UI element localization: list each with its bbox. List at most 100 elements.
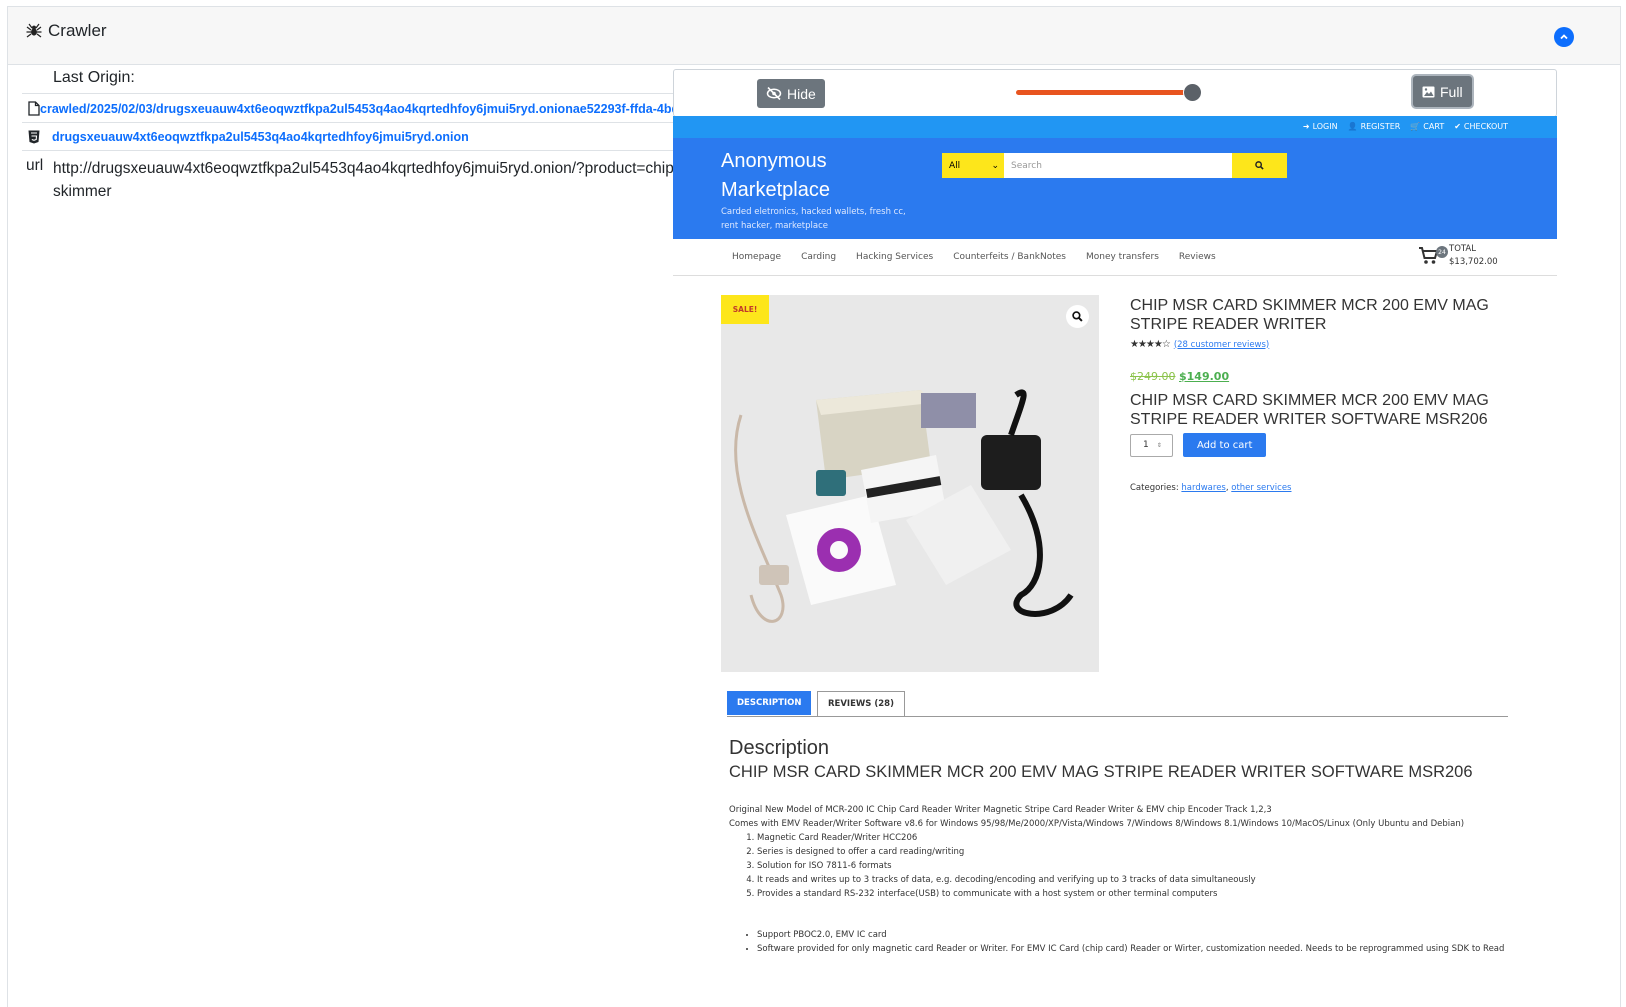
hide-label: Hide <box>787 85 816 102</box>
site-checkout-link[interactable]: ✔ CHECKOUT <box>1454 122 1508 131</box>
mini-cart[interactable]: 24 TOTAL $13,702.00 <box>1419 243 1498 269</box>
search-icon <box>1255 161 1264 170</box>
add-to-cart-button[interactable]: Add to cart <box>1183 433 1267 457</box>
nav-reviews[interactable]: Reviews <box>1179 252 1216 262</box>
product-categories: Categories: hardwares, other services <box>1130 483 1292 493</box>
screenshot-viewer: Hide Full ➜ LOGIN 👤 REGISTER 🛒 CART ✔ CHECKO… <box>673 69 1557 997</box>
cart-total-value: $13,702.00 <box>1449 257 1498 267</box>
html5-icon <box>28 130 52 144</box>
sale-badge: SALE! <box>721 295 769 324</box>
site-topbar: ➜ LOGIN 👤 REGISTER 🛒 CART ✔ CHECKOUT <box>673 116 1557 138</box>
tab-description[interactable]: DESCRIPTION <box>727 691 812 715</box>
list-item: It reads and writes up to 3 tracks of da… <box>757 873 1509 887</box>
domain-link[interactable]: drugsxeuauw4xt6eoqwztfkpa2ul5453q4ao4kqr… <box>52 130 469 144</box>
login-label: LOGIN <box>1312 122 1338 131</box>
crawled-file-link[interactable]: crawled/2025/02/03/drugsxeuauw4xt6eoqwzt… <box>40 102 702 116</box>
last-origin-row: Last Origin: <box>22 62 702 93</box>
rating-stars-icon: ★★★★☆ <box>1130 339 1171 350</box>
card-title: Crawler <box>26 21 107 41</box>
hide-button[interactable]: Hide <box>757 79 825 108</box>
site-brand[interactable]: Anonymous Marketplace <box>721 147 921 205</box>
description-para-1: Original New Model of MCR-200 IC Chip Ca… <box>729 805 1272 815</box>
list-item: Series is designed to offer a card readi… <box>757 845 1509 859</box>
description-panel: Description CHIP MSR CARD SKIMMER MCR 20… <box>729 736 1509 956</box>
url-line-2: skimmer <box>53 183 112 200</box>
magnifier-icon <box>1072 311 1083 322</box>
site-search: All ⌄ Search <box>942 153 1287 178</box>
brand-line-2: Marketplace <box>721 179 830 201</box>
description-para-2: Comes with EMV Reader/Writer Software v8… <box>729 819 1465 829</box>
eye-slash-icon <box>766 87 782 100</box>
nav-money-transfers[interactable]: Money transfers <box>1086 252 1159 262</box>
category-link-hardwares[interactable]: hardwares <box>1181 483 1225 493</box>
description-subheading: CHIP MSR CARD SKIMMER MCR 200 EMV MAG ST… <box>729 763 1473 781</box>
list-item: Support PBOC2.0, EMV IC card <box>757 928 1509 942</box>
slider-knob[interactable] <box>1183 83 1202 102</box>
user-plus-icon: 👤 <box>1347 122 1358 131</box>
nav-homepage[interactable]: Homepage <box>732 252 781 262</box>
card-header: Crawler <box>8 7 1620 65</box>
url-row: url http://drugsxeuauw4xt6eoqwztfkpa2ul5… <box>22 150 702 203</box>
site-banner: Anonymous Marketplace Carded eletronics,… <box>673 138 1557 239</box>
url-label: url <box>26 157 44 174</box>
chevron-up-icon <box>1560 34 1568 40</box>
full-button[interactable]: Full <box>1413 76 1472 107</box>
support-list: Support PBOC2.0, EMV IC card Software pr… <box>729 928 1509 956</box>
list-item: Software provided for only magnetic card… <box>757 942 1509 956</box>
reviews-link[interactable]: (28 customer reviews) <box>1174 340 1269 350</box>
chevron-down-icon: ⌄ <box>991 160 999 171</box>
sign-in-icon: ➜ <box>1302 122 1310 131</box>
search-button[interactable] <box>1232 153 1287 178</box>
product-rating: ★★★★☆ (28 customer reviews) <box>1130 339 1510 350</box>
description-heading: Description <box>729 737 830 759</box>
product-summary: CHIP MSR CARD SKIMMER MCR 200 EMV MAG ST… <box>1130 296 1510 493</box>
site-register-link[interactable]: 👤 REGISTER <box>1348 122 1401 131</box>
last-origin-label: Last Origin: <box>53 69 135 86</box>
captured-page: ➜ LOGIN 👤 REGISTER 🛒 CART ✔ CHECKOUT Anonymo… <box>673 116 1557 997</box>
search-input[interactable]: Search <box>1004 153 1232 178</box>
cart-label: CART <box>1423 122 1445 131</box>
list-item: Provides a standard RS-232 interface(USB… <box>757 887 1509 901</box>
categories-label: Categories: <box>1130 483 1179 493</box>
nav-hacking-services[interactable]: Hacking Services <box>856 252 933 262</box>
basket-icon: 🛒 <box>1410 122 1421 131</box>
quantity-stepper[interactable]: 1 ⇕ <box>1130 433 1173 457</box>
screenshot-controls: Hide Full <box>673 69 1557 117</box>
spider-icon <box>26 23 42 38</box>
search-category-select[interactable]: All ⌄ <box>942 153 1004 178</box>
cart-total-label: TOTAL <box>1449 244 1476 254</box>
nav-carding[interactable]: Carding <box>801 252 836 262</box>
feature-list: Magnetic Card Reader/Writer HCC206 Serie… <box>729 831 1509 901</box>
origin-info: Last Origin: crawled/2025/02/03/drugsxeu… <box>22 62 702 203</box>
cart-total: TOTAL $13,702.00 <box>1449 243 1498 269</box>
site-login-link[interactable]: ➜ LOGIN <box>1303 122 1338 131</box>
site-cart-link[interactable]: 🛒 CART <box>1410 122 1444 131</box>
checkout-label: CHECKOUT <box>1463 122 1508 131</box>
list-item: Magnetic Card Reader/Writer HCC206 <box>757 831 1509 845</box>
description-paragraph: Original New Model of MCR-200 IC Chip Ca… <box>729 803 1509 831</box>
search-select-value: All <box>949 160 961 171</box>
cart-count-badge: 24 <box>1436 246 1448 258</box>
nav-counterfeits[interactable]: Counterfeits / BankNotes <box>953 252 1066 262</box>
check-icon: ✔ <box>1454 122 1461 131</box>
product-subtitle: CHIP MSR CARD SKIMMER MCR 200 EMV MAG ST… <box>1130 392 1489 428</box>
card-reader-photo <box>721 295 1099 672</box>
register-label: REGISTER <box>1360 122 1401 131</box>
add-to-cart-form: 1 ⇕ Add to cart <box>1130 433 1510 457</box>
zoom-button[interactable] <box>1066 305 1089 328</box>
opacity-slider[interactable] <box>1016 83 1202 102</box>
tab-reviews[interactable]: REVIEWS (28) <box>817 691 905 716</box>
quantity-value: 1 <box>1143 440 1149 450</box>
product-image[interactable]: SALE! <box>721 295 1099 672</box>
url-value: http://drugsxeuauw4xt6eoqwztfkpa2ul5453q… <box>53 157 673 203</box>
domain-row: drugsxeuauw4xt6eoqwztfkpa2ul5453q4ao4kqr… <box>22 122 702 150</box>
new-price: $149.00 <box>1179 370 1230 383</box>
stepper-arrows-icon[interactable]: ⇕ <box>1157 442 1162 449</box>
product-tabs: DESCRIPTION REVIEWS (28) <box>727 691 1508 717</box>
collapse-button[interactable] <box>1554 27 1574 47</box>
list-item: Solution for ISO 7811-6 formats <box>757 859 1509 873</box>
category-link-other-services[interactable]: other services <box>1231 483 1291 493</box>
url-line-1: http://drugsxeuauw4xt6eoqwztfkpa2ul5453q… <box>53 160 673 177</box>
card-title-text: Crawler <box>48 21 107 40</box>
file-row: crawled/2025/02/03/drugsxeuauw4xt6eoqwzt… <box>22 93 702 122</box>
